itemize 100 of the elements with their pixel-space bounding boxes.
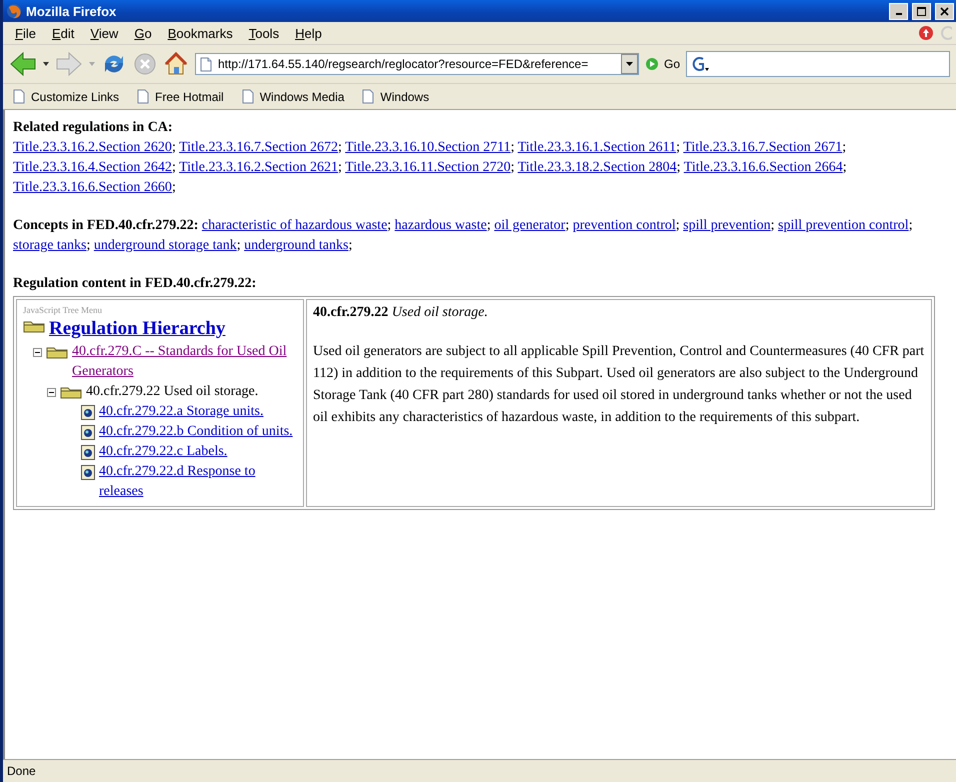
separator-text: ; (486, 218, 491, 233)
dropdown-button[interactable] (621, 54, 638, 74)
search-engine-icon[interactable] (690, 55, 710, 73)
regulation-link[interactable]: Title.23.3.16.11.Section 2720 (345, 160, 511, 175)
concept-link[interactable]: underground tanks (244, 238, 348, 253)
page-icon (242, 89, 254, 104)
menu-item[interactable]: File (7, 24, 44, 42)
separator-text: ; (676, 140, 680, 155)
home-icon (163, 51, 189, 77)
menu-item[interactable]: Bookmarks (160, 24, 241, 42)
separator-text: ; (172, 140, 176, 155)
separator-text: ; (565, 218, 570, 233)
back-button[interactable] (9, 51, 37, 77)
minimize-button[interactable] (889, 2, 908, 20)
concept-link[interactable]: hazardous waste (394, 218, 487, 233)
separator-text: ; (770, 218, 775, 233)
regulation-link[interactable]: Title.23.3.16.6.Section 2660 (13, 180, 172, 195)
page-icon (137, 89, 150, 104)
separator-text: ; (338, 160, 342, 175)
document-icon (81, 425, 95, 440)
concept-link[interactable]: prevention control (572, 218, 676, 233)
close-icon (940, 6, 949, 16)
status-text: Done (7, 764, 36, 778)
regulation-link[interactable]: Title.23.3.16.1.Section 2611 (518, 140, 676, 155)
section-id: 40.cfr.279.22 (313, 305, 388, 320)
regulation-link[interactable]: Title.23.3.16.6.Section 2664 (684, 160, 843, 175)
regulation-text: Used oil generators are subject to all applicable Spill Prevention, Control and Countermeasures (40 CFR part 112) in addition to the requirements of this Subpart. Used oil generators are also subject to the Underground Storage Tank (40 CFR part 280) standards for used oil stored in underground tanks whether or not the used oil exhibits any characteristics of hazardous waste, in addition to the requirements of this subpart. (313, 343, 925, 427)
separator-text: ; (842, 160, 847, 175)
dropdown-icon[interactable] (43, 62, 49, 66)
collapse-icon[interactable] (33, 348, 42, 357)
tree-link[interactable]: 40.cfr.279.22.d Response to releases (99, 462, 299, 502)
regulation-link[interactable]: Title.23.3.16.7.Section 2672 (179, 140, 338, 155)
document-icon (81, 405, 95, 420)
menu-item[interactable]: Help (287, 24, 330, 42)
concept-link[interactable]: oil generator (494, 218, 566, 233)
menu-item[interactable]: Go (126, 24, 160, 42)
throbber-icon (938, 25, 952, 41)
separator-text: ; (236, 238, 241, 253)
separator-text: ; (348, 238, 352, 253)
close-button[interactable] (935, 2, 954, 20)
section-heading: Concepts in FED.40.cfr.279.22: (13, 218, 198, 233)
menu-item[interactable]: Edit (44, 24, 82, 42)
separator-text: ; (172, 180, 176, 195)
document-icon (81, 465, 95, 480)
page-icon (362, 89, 374, 104)
minimize-icon (896, 13, 902, 15)
bookmark-item[interactable]: Free Hotmail (133, 89, 228, 104)
separator-text: ; (172, 160, 176, 175)
bookmark-item[interactable]: Windows Media (238, 89, 348, 104)
bookmark-item[interactable]: Windows (358, 89, 434, 104)
back-icon (9, 51, 37, 77)
stop-icon (133, 52, 157, 76)
regulation-link[interactable]: Title.23.3.16.4.Section 2642 (13, 160, 172, 175)
separator-text: ; (676, 160, 681, 175)
tree-link[interactable]: 40.cfr.279.22.b Condition of units. (99, 422, 293, 442)
separator-text: ; (86, 238, 90, 253)
concept-link[interactable]: underground storage tank (94, 238, 237, 253)
regulation-link[interactable]: Title.23.3.16.2.Section 2620 (13, 140, 172, 155)
document-icon (81, 445, 95, 460)
maximize-button[interactable] (912, 2, 931, 20)
tree-node[interactable]: 40.cfr.279.22 Used oil storage. (86, 382, 258, 402)
caret-icon (626, 62, 633, 66)
regulation-link[interactable]: Title.23.3.16.2.Section 2621 (179, 160, 338, 175)
separator-text: ; (842, 140, 846, 155)
section-title: Used oil storage. (392, 305, 488, 320)
browser-logo-icon (6, 3, 22, 19)
address-field[interactable]: http://171.64.55.140/regsearch/reglocator?resource=FED&reference= (195, 53, 639, 75)
collapse-icon[interactable] (47, 388, 56, 397)
separator-text: ; (908, 218, 913, 233)
page-icon (200, 56, 212, 72)
separator-text: ; (387, 218, 392, 233)
section-heading: Regulation content in FED.40.cfr.279.22: (13, 276, 256, 291)
tree-link[interactable]: 40.cfr.279.22.c Labels. (99, 442, 228, 462)
regulation-link[interactable]: Title.23.3.16.10.Section 2711 (345, 140, 511, 155)
bookmark-item[interactable]: Customize Links (9, 89, 124, 104)
menu-item[interactable]: View (82, 24, 126, 42)
folder-icon (23, 319, 45, 333)
home-button[interactable] (163, 51, 189, 77)
separator-text: ; (338, 140, 342, 155)
tree-link[interactable]: Regulation Hierarchy (49, 316, 226, 342)
menu-item[interactable]: Tools (240, 24, 288, 42)
forward-icon (55, 51, 83, 77)
regulation-link[interactable]: Title.23.3.18.2.Section 2804 (518, 160, 677, 175)
tree-caption: JavaScript Tree Menu (23, 304, 103, 316)
tree-link[interactable]: 40.cfr.279.22.a Storage units. (99, 402, 264, 422)
tree-link[interactable]: 40.cfr.279.C -- Standards for Used Oil Generators (72, 342, 299, 382)
go-button[interactable]: Go (645, 57, 680, 71)
folder-icon (46, 345, 68, 359)
search-field[interactable] (686, 51, 950, 77)
folder-icon (60, 385, 82, 399)
concept-link[interactable]: spill prevention (683, 218, 771, 233)
concept-link[interactable]: spill prevention control (778, 218, 909, 233)
update-alert-icon[interactable] (918, 25, 934, 41)
concept-link[interactable]: characteristic of hazardous waste (202, 218, 388, 233)
regulation-link[interactable]: Title.23.3.16.7.Section 2671 (683, 140, 842, 155)
concept-link[interactable]: storage tanks (13, 238, 86, 253)
window-title: Mozilla Firefox (26, 4, 118, 18)
section-heading: Related regulations in CA: (13, 120, 173, 135)
separator-text: ; (510, 160, 514, 175)
page-icon (13, 89, 25, 104)
